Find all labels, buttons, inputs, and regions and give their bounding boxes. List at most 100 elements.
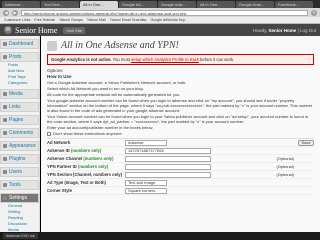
form-row-ad-type: Ad Type (Image, Text or Both) Text and I… bbox=[47, 179, 314, 187]
bookmark-item[interactable]: Yahoo! Email Guardian bbox=[110, 18, 147, 22]
adsense-id-input[interactable]: 1672574887377008 bbox=[125, 147, 211, 154]
wrench-icon[interactable]: ✎ bbox=[311, 9, 317, 16]
sidebar-item-settings[interactable]: Settings bbox=[0, 193, 39, 203]
taskbar-item[interactable]: Adsense-DVD.mk bbox=[3, 233, 38, 239]
sidebar-item-posts[interactable]: Posts bbox=[0, 52, 39, 62]
ypn-section-input[interactable] bbox=[125, 171, 211, 178]
dashboard-icon bbox=[3, 42, 7, 46]
field-label: YPN Partner ID (numbers only) bbox=[47, 164, 109, 169]
tools-icon bbox=[3, 183, 7, 187]
browser-tab[interactable]: All in One... bbox=[197, 1, 235, 8]
analytics-notice: Google Analytics is not active. You must… bbox=[47, 54, 314, 65]
instruction-paragraph: All code for the appropriate network wil… bbox=[47, 92, 181, 97]
browser-tab[interactable]: Google Adw... bbox=[158, 1, 196, 8]
corner-style-select[interactable]: Square corners bbox=[125, 187, 167, 194]
adsense-channel-input[interactable] bbox=[125, 155, 211, 162]
sidebar-item-label: Dashboard bbox=[9, 41, 34, 47]
form-row-ypn-section: YPN Section (Channel, numbers only) (Opt… bbox=[47, 171, 314, 179]
instruction-paragraph: Get a Google Adsense account, a Yahoo Pu… bbox=[47, 80, 187, 85]
bookmark-item[interactable]: Customize Links bbox=[4, 18, 30, 22]
os-taskbar: Adsense-DVD.mk bbox=[0, 232, 320, 240]
url-input[interactable]: http://seniorhome.org/wp-admin/options-g… bbox=[21, 9, 308, 16]
notice-text-end: before it can work. bbox=[198, 57, 235, 62]
howdy-prefix: Howdy, bbox=[252, 27, 268, 33]
plugins-icon bbox=[3, 157, 7, 161]
posts-icon bbox=[3, 55, 7, 59]
instruction-paragraph: Your google adsense account number can b… bbox=[47, 98, 313, 113]
bookmark-item[interactable]: Yahoo! Mail bbox=[87, 18, 106, 22]
dont-show-label: Don't show these instructions anymore. bbox=[53, 131, 123, 136]
sidebar-item-links[interactable]: Links bbox=[0, 102, 39, 112]
sidebar-item-tools[interactable]: Tools bbox=[0, 180, 39, 190]
sidebar-item-dashboard[interactable]: Dashboard bbox=[0, 39, 39, 49]
ad-network-select[interactable]: Adsense bbox=[125, 139, 167, 146]
settings-page-icon bbox=[47, 40, 57, 51]
browser-tab[interactable]: YouTube... bbox=[41, 1, 79, 8]
form-row-adsense-id: Adsense ID (numbers only) 16725748873770… bbox=[47, 147, 314, 155]
bookmark-item[interactable]: Free Hotmail bbox=[34, 18, 55, 22]
browser-tab-active[interactable]: All in One... bbox=[80, 1, 118, 8]
analytics-setup-link[interactable]: setup which Analytics Profile to track bbox=[131, 57, 199, 62]
sidebar-item-appearance[interactable]: Appearance bbox=[0, 141, 39, 151]
browser-tab[interactable]: Google Anal... bbox=[236, 1, 274, 8]
media-icon bbox=[3, 92, 7, 96]
logout-link[interactable]: Log Out bbox=[300, 28, 316, 33]
bookmark-item[interactable]: Google AdWords Key... bbox=[150, 18, 187, 22]
sidebar-item-label: Posts bbox=[9, 54, 22, 60]
save-button[interactable]: Save bbox=[298, 139, 314, 146]
sidebar-item-label: Media bbox=[9, 91, 23, 97]
howdy-greeting: Howdy, Senior Home | Log Out bbox=[252, 27, 316, 33]
sidebar-item-plugins[interactable]: Plugins bbox=[0, 154, 39, 164]
browser-tab[interactable]: Adsense... bbox=[2, 1, 40, 8]
options-heading: Options bbox=[47, 68, 63, 73]
instruction-paragraph: Your Yahoo account number can be found w… bbox=[47, 114, 309, 124]
browser-tab-bar: Adsense... YouTube... All in One... Goog… bbox=[0, 0, 320, 8]
dont-show-checkbox[interactable] bbox=[47, 131, 51, 136]
sidebar-item-media[interactable]: Media bbox=[0, 89, 39, 99]
notice-strong: Google Analytics is not active. bbox=[51, 57, 112, 62]
sidebar-item-pages[interactable]: Pages bbox=[0, 115, 39, 125]
sidebar-item-label: Comments bbox=[9, 130, 34, 136]
comments-icon bbox=[3, 131, 7, 135]
back-icon[interactable]: ◀ bbox=[3, 9, 9, 16]
sidebar-item-label: Pages bbox=[9, 117, 24, 123]
form-row-ad-network: Ad Network Adsense Save bbox=[47, 139, 314, 147]
sidebar-item-label: Users bbox=[9, 169, 23, 175]
links-icon bbox=[3, 105, 7, 109]
optional-tag: (Optional) bbox=[276, 156, 294, 161]
settings-form: Ad Network Adsense Save Adsense ID (numb… bbox=[47, 138, 314, 195]
instruction-paragraph: Select which Ad Network you want to run … bbox=[47, 86, 144, 91]
page-title: All in One Adsense and YPN! bbox=[47, 40, 314, 51]
optional-tag: (Optional) bbox=[276, 164, 294, 169]
ypn-partner-input[interactable] bbox=[125, 163, 211, 170]
optional-tag: (Optional) bbox=[276, 172, 294, 177]
sidebar-item-users[interactable]: Users bbox=[0, 167, 39, 177]
ad-type-select[interactable]: Text and Image bbox=[125, 179, 167, 186]
browser-tab[interactable]: Facebook... bbox=[275, 1, 313, 8]
dont-show-checkbox-row[interactable]: Don't show these instructions anymore. bbox=[47, 131, 314, 136]
visit-site-button[interactable]: Visit Site bbox=[63, 26, 85, 34]
settings-icon bbox=[3, 196, 7, 200]
sidebar-subitem[interactable]: Categories bbox=[0, 80, 39, 86]
how-to-use-heading: How to Use bbox=[47, 74, 72, 79]
field-label: Corner Style bbox=[47, 188, 72, 193]
address-bar: ◀ ▶ http://seniorhome.org/wp-admin/optio… bbox=[0, 8, 320, 17]
bookmarks-bar: Customize Links Free Hotmail Yahoo! Grou… bbox=[0, 17, 320, 24]
pages-icon bbox=[3, 118, 7, 122]
form-row-ypn-partner: YPN Partner ID (numbers only) (Optional) bbox=[47, 163, 314, 171]
admin-sidebar: Dashboard Posts Posts Add New Post Tags … bbox=[0, 36, 40, 232]
wordpress-logo-icon: W bbox=[4, 26, 12, 34]
sidebar-item-label: Tools bbox=[9, 182, 21, 188]
forward-icon[interactable]: ▶ bbox=[12, 9, 18, 16]
users-icon bbox=[3, 170, 7, 174]
sidebar-item-comments[interactable]: Comments bbox=[0, 128, 39, 138]
page-title-text: All in One Adsense and YPN! bbox=[61, 40, 179, 51]
field-label: Ad Type (Image, Text or Both) bbox=[47, 180, 106, 185]
bookmark-item[interactable]: Yahoo! Groups bbox=[59, 18, 83, 22]
site-name[interactable]: Senior Home bbox=[15, 26, 57, 35]
sidebar-item-label: Links bbox=[9, 104, 21, 110]
user-link[interactable]: Senior Home bbox=[269, 28, 297, 33]
browser-tab[interactable]: Google Ad... bbox=[119, 1, 157, 8]
field-label: Ad Network bbox=[47, 140, 71, 145]
field-label: Adsense Channel (numbers only) bbox=[47, 156, 114, 161]
